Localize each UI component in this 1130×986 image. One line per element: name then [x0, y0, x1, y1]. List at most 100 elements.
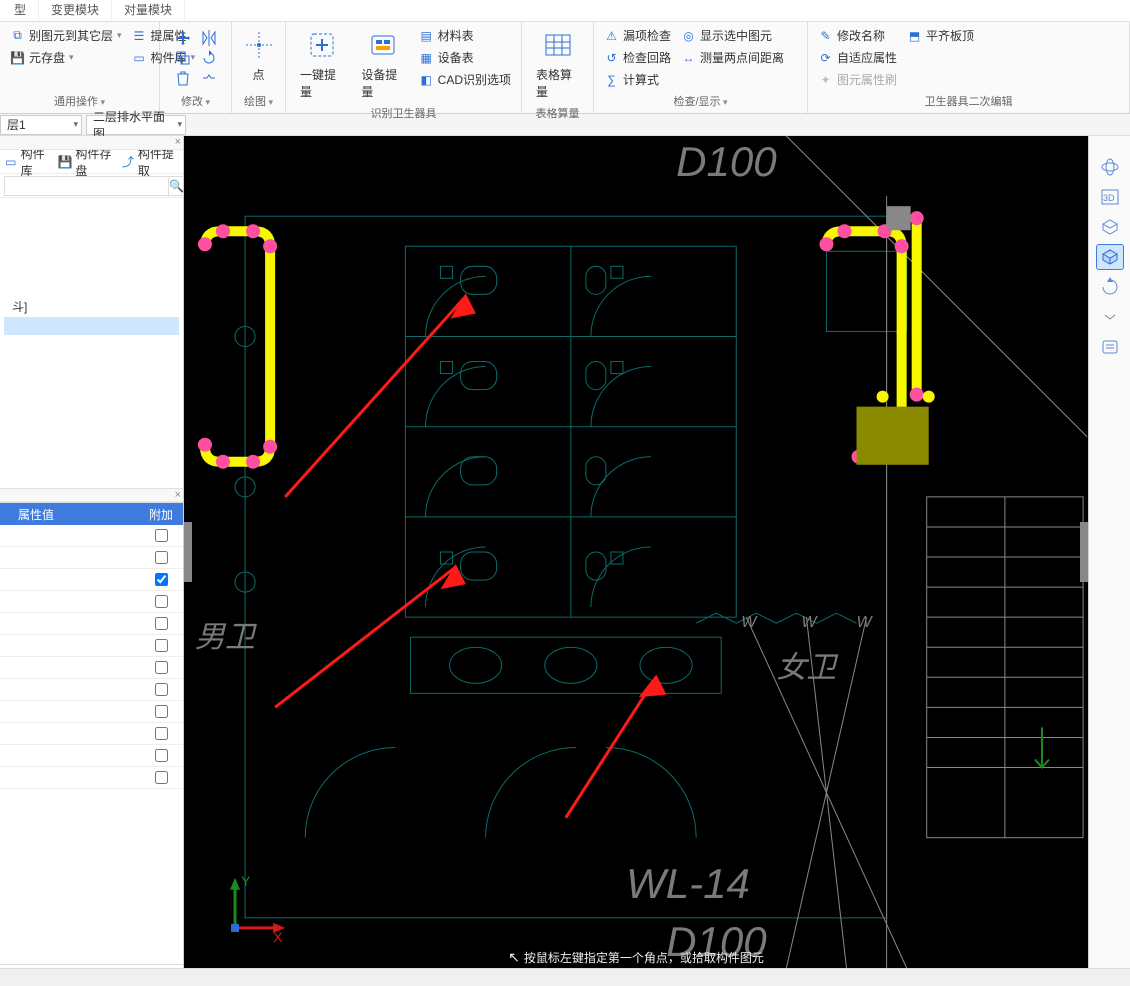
prop-extra-checkbox[interactable]: [155, 595, 168, 608]
view-orbit[interactable]: [1096, 154, 1124, 180]
doc-tabstrip: 型 变更模块 对量模块: [0, 0, 1130, 22]
group-title-recognize: 识别卫生器具: [371, 108, 437, 120]
cmd-rename[interactable]: ✎修改名称: [816, 26, 899, 45]
copy-icon[interactable]: [175, 50, 191, 66]
save-icon: 💾: [10, 50, 25, 65]
ribbon-group-draw: 点 绘图: [232, 22, 286, 113]
prop-extra-checkbox[interactable]: [155, 573, 168, 586]
prop-row[interactable]: [0, 767, 183, 789]
prop-row[interactable]: [0, 569, 183, 591]
prop-header: ×: [0, 488, 183, 502]
group-title-modify[interactable]: 修改: [181, 96, 210, 108]
mirror-icon[interactable]: [201, 30, 217, 46]
tab-compare[interactable]: 对量模块: [112, 0, 185, 21]
prop-row[interactable]: [0, 745, 183, 767]
group-title-general[interactable]: 通用操作: [54, 96, 105, 108]
prop-extra-checkbox[interactable]: [155, 727, 168, 740]
cmd-cad-options[interactable]: ◧CAD识别选项: [417, 70, 513, 89]
prop-row[interactable]: [0, 525, 183, 547]
prop-row[interactable]: [0, 723, 183, 745]
tree-node-selected[interactable]: [4, 317, 179, 335]
group-title-draw[interactable]: 绘图: [244, 96, 273, 108]
panel-close-icon[interactable]: ×: [175, 136, 181, 148]
search-icon[interactable]: 🔍: [169, 176, 185, 196]
component-tree[interactable]: 斗]: [0, 198, 183, 488]
prop-extra-checkbox[interactable]: [155, 551, 168, 564]
prop-extra-checkbox[interactable]: [155, 683, 168, 696]
label-male: 男卫: [195, 621, 257, 654]
cmd-leak-check[interactable]: ⚠漏项检查: [602, 26, 673, 45]
tree-node[interactable]: 斗]: [4, 296, 179, 317]
prop-extra-checkbox[interactable]: [155, 705, 168, 718]
search-input[interactable]: [4, 176, 169, 196]
rotate-icon[interactable]: [201, 50, 217, 66]
cmd-onekey[interactable]: 一键提量: [294, 26, 349, 102]
floor-combo[interactable]: 层1: [0, 115, 82, 135]
align-icon: ⬒: [907, 28, 922, 43]
prop-extra-checkbox[interactable]: [155, 771, 168, 784]
left-panel: × ▭构件库 💾构件存盘 ⤴构件提取 🔍 斗] × 属性值 附加 生: [0, 136, 184, 986]
view-list[interactable]: [1096, 334, 1124, 360]
drawing-viewport[interactable]: D100 D100 WL-14 男卫 女卫 W W W Y X: [184, 136, 1088, 968]
status-prompt: ↖ 按鼠标左键指定第一个角点，或拾取构件图元: [508, 949, 764, 966]
drawing-combo[interactable]: 二层排水平面图: [86, 115, 186, 135]
prop-row[interactable]: [0, 635, 183, 657]
cmd-adaptive[interactable]: ⟳自适应属性: [816, 48, 899, 67]
prop-row[interactable]: [0, 701, 183, 723]
calc-icon: ∑: [604, 72, 619, 87]
point-icon: [242, 28, 276, 62]
label-female: 女卫: [776, 651, 838, 684]
prop-row[interactable]: [0, 613, 183, 635]
delete-icon[interactable]: [175, 70, 191, 86]
cmd-device[interactable]: 设备提量: [355, 26, 410, 102]
cmd-point[interactable]: 点: [236, 26, 282, 85]
cad-icon: ◧: [419, 72, 434, 87]
show-icon: ◎: [681, 28, 696, 43]
view-cube-toolbar: 3D: [1088, 136, 1130, 968]
cmd-show-selected[interactable]: ◎显示选中图元: [679, 26, 786, 45]
prop-row[interactable]: [0, 547, 183, 569]
tab-model[interactable]: 型: [2, 0, 39, 21]
left-splitter[interactable]: [184, 522, 192, 582]
cmd-material-table[interactable]: ▤材料表: [417, 26, 513, 45]
label-w3: W: [857, 613, 874, 631]
measure-icon: ↔: [681, 50, 696, 65]
cmd-align-top[interactable]: ⬒平齐板顶: [905, 26, 976, 45]
lib-icon: ▭: [4, 154, 18, 170]
svg-text:Y: Y: [241, 873, 251, 889]
svg-text:3D: 3D: [1103, 193, 1115, 203]
break-icon[interactable]: [201, 70, 217, 86]
cmd-equipment-table[interactable]: ▦设备表: [417, 48, 513, 67]
prop-row[interactable]: [0, 679, 183, 701]
group-title-check[interactable]: 检查/显示: [673, 96, 727, 108]
adaptive-icon: ⟳: [818, 50, 833, 65]
save2-icon: 💾: [57, 154, 72, 170]
prop-col-value: 属性值: [12, 506, 139, 523]
prop-extra-checkbox[interactable]: [155, 529, 168, 542]
view-iso[interactable]: [1096, 244, 1124, 270]
move-icon[interactable]: [175, 30, 191, 46]
view-rotate[interactable]: [1096, 274, 1124, 300]
cmd-loop-check[interactable]: ↺检查回路: [602, 48, 673, 67]
prop-close-icon[interactable]: ×: [175, 489, 181, 501]
right-splitter[interactable]: [1080, 522, 1088, 582]
cmd-calc-expr[interactable]: ∑计算式: [602, 70, 673, 89]
prop-extra-checkbox[interactable]: [155, 617, 168, 630]
view-top[interactable]: [1096, 214, 1124, 240]
cad-canvas[interactable]: D100 D100 WL-14 男卫 女卫 W W W Y X ↖ 按鼠标左键指…: [184, 136, 1088, 968]
panel-toolbar: ▭构件库 💾构件存盘 ⤴构件提取: [0, 150, 183, 174]
cmd-save-element[interactable]: 💾元存盘▾: [8, 48, 124, 67]
cmd-copy-to-layer[interactable]: ⧉别图元到其它层▾: [8, 26, 124, 45]
prop-extra-checkbox[interactable]: [155, 749, 168, 762]
prop-row[interactable]: [0, 657, 183, 679]
prop-row[interactable]: [0, 591, 183, 613]
view-dropdown[interactable]: [1096, 304, 1124, 330]
cmd-measure[interactable]: ↔测量两点间距离: [679, 48, 786, 67]
cmd-tabulate[interactable]: 表格算量: [530, 26, 585, 102]
svg-text:X: X: [273, 929, 283, 945]
prop-extra-checkbox[interactable]: [155, 639, 168, 652]
view-3d[interactable]: 3D: [1096, 184, 1124, 210]
prop-extra-checkbox[interactable]: [155, 661, 168, 674]
tab-change[interactable]: 变更模块: [39, 0, 112, 21]
label-w2: W: [801, 613, 818, 631]
